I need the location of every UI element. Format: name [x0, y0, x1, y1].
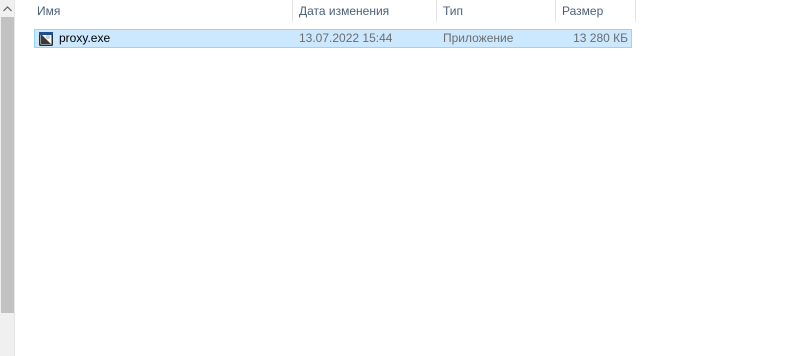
file-date: 13.07.2022 15:44 — [299, 31, 393, 45]
file-list: proxy.exe 13.07.2022 15:44 Приложение 13… — [34, 29, 632, 48]
file-size: 13 280 КБ — [573, 31, 628, 45]
file-name: proxy.exe — [59, 31, 111, 45]
scroll-up-icon[interactable] — [0, 0, 15, 17]
column-header-row: Имя Дата изменения Тип Размер — [16, 0, 636, 22]
column-header-date[interactable]: Дата изменения — [292, 0, 436, 22]
file-name-cell: proxy.exe — [38, 30, 293, 47]
exe-app-icon — [38, 31, 54, 47]
file-explorer-window: Имя Дата изменения Тип Размер proxy.exe … — [0, 0, 808, 356]
file-type: Приложение — [443, 31, 514, 45]
column-header-type[interactable]: Тип — [436, 0, 555, 22]
vertical-scrollbar[interactable] — [0, 0, 15, 356]
column-header-size[interactable]: Размер — [555, 0, 636, 22]
scrollbar-thumb[interactable] — [1, 17, 14, 313]
column-header-name[interactable]: Имя — [31, 0, 307, 22]
file-row[interactable]: proxy.exe 13.07.2022 15:44 Приложение 13… — [34, 29, 632, 48]
